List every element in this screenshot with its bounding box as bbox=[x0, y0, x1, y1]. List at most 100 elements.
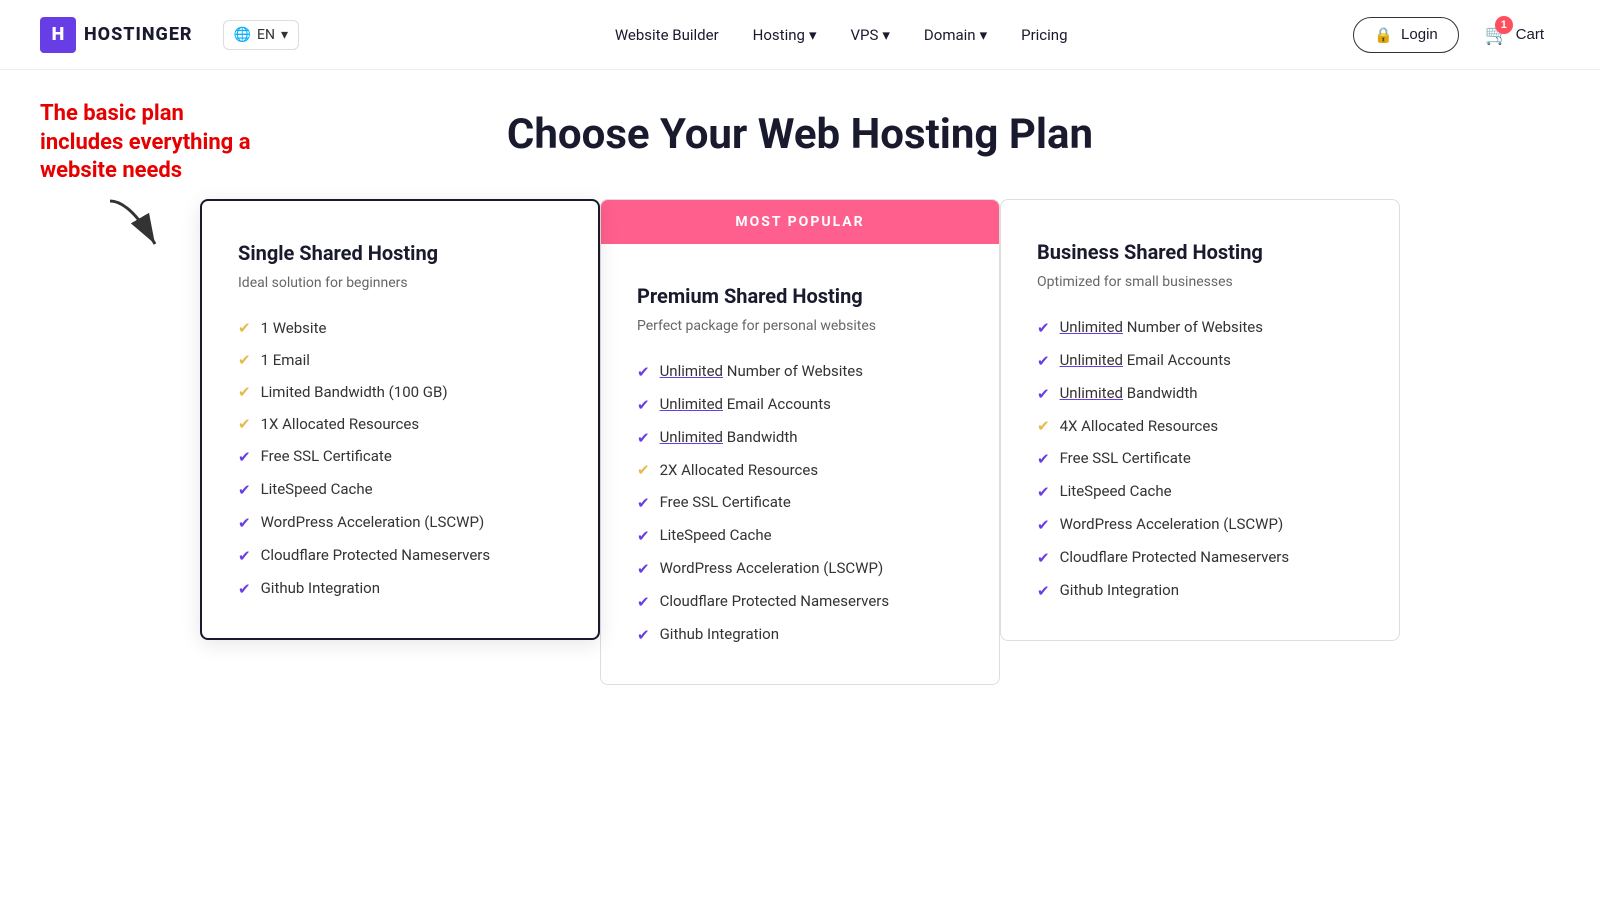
features-list-premium: ✔ Unlimited Number of Websites ✔ Unlimit… bbox=[637, 362, 963, 644]
list-item: ✔ LiteSpeed Cache bbox=[238, 480, 562, 499]
check-icon: ✔ bbox=[637, 429, 650, 447]
list-item: ✔ Free SSL Certificate bbox=[238, 447, 562, 466]
plan-card-premium-wrapper: MOST POPULAR Premium Shared Hosting Perf… bbox=[600, 199, 1000, 685]
plan-name-single: Single Shared Hosting bbox=[238, 241, 562, 265]
annotation-text: The basic plan includes everything a web… bbox=[40, 100, 260, 186]
nav-vps[interactable]: VPS ▾ bbox=[836, 18, 903, 52]
list-item: ✔ Free SSL Certificate bbox=[637, 493, 963, 512]
check-icon: ✔ bbox=[238, 580, 251, 598]
check-icon: ✔ bbox=[238, 351, 251, 369]
check-icon: ✔ bbox=[238, 481, 251, 499]
list-item: ✔ WordPress Acceleration (LSCWP) bbox=[238, 513, 562, 532]
plan-subtitle-premium: Perfect package for personal websites bbox=[637, 318, 963, 334]
check-icon: ✔ bbox=[238, 319, 251, 337]
check-icon: ✔ bbox=[1037, 450, 1050, 468]
list-item: ✔ WordPress Acceleration (LSCWP) bbox=[1037, 515, 1363, 534]
list-item: ✔ 1 Website bbox=[238, 319, 562, 337]
list-item: ✔ Github Integration bbox=[1037, 581, 1363, 600]
nav-hosting[interactable]: Hosting ▾ bbox=[739, 18, 831, 52]
domain-chevron-icon: ▾ bbox=[980, 26, 988, 44]
check-icon: ✔ bbox=[1037, 417, 1050, 435]
list-item: ✔ Unlimited Number of Websites bbox=[1037, 318, 1363, 337]
list-item: ✔ Cloudflare Protected Nameservers bbox=[637, 592, 963, 611]
list-item: ✔ LiteSpeed Cache bbox=[637, 526, 963, 545]
plan-subtitle-business: Optimized for small businesses bbox=[1037, 274, 1363, 290]
cart-badge: 1 bbox=[1495, 16, 1513, 34]
list-item: ✔ 1 Email bbox=[238, 351, 562, 369]
list-item: ✔ Cloudflare Protected Nameservers bbox=[238, 546, 562, 565]
list-item: ✔ Free SSL Certificate bbox=[1037, 449, 1363, 468]
list-item: ✔ Unlimited Number of Websites bbox=[637, 362, 963, 381]
cart-label: Cart bbox=[1516, 26, 1544, 43]
list-item: ✔ Unlimited Bandwidth bbox=[1037, 384, 1363, 403]
hosting-chevron-icon: ▾ bbox=[809, 26, 817, 44]
list-item: ✔ Cloudflare Protected Nameservers bbox=[1037, 548, 1363, 567]
cart-button[interactable]: 🛒 1 Cart bbox=[1469, 14, 1560, 55]
list-item: ✔ WordPress Acceleration (LSCWP) bbox=[637, 559, 963, 578]
check-icon: ✔ bbox=[1037, 516, 1050, 534]
navbar: H HOSTINGER 🌐 EN ▾ Website Builder Hosti… bbox=[0, 0, 1600, 70]
lang-label: EN bbox=[257, 27, 275, 43]
plan-card-business: Business Shared Hosting Optimized for sm… bbox=[1000, 199, 1400, 641]
check-icon: ✔ bbox=[1037, 385, 1050, 403]
login-label: Login bbox=[1401, 26, 1438, 43]
check-icon: ✔ bbox=[637, 626, 650, 644]
logo[interactable]: H HOSTINGER bbox=[40, 17, 193, 53]
plan-subtitle-single: Ideal solution for beginners bbox=[238, 275, 562, 291]
arrow-icon bbox=[100, 196, 180, 256]
language-selector[interactable]: 🌐 EN ▾ bbox=[223, 20, 299, 50]
lock-icon: 🔒 bbox=[1374, 26, 1393, 44]
list-item: ✔ 1X Allocated Resources bbox=[238, 415, 562, 433]
check-icon: ✔ bbox=[238, 415, 251, 433]
nav-vps-label: VPS bbox=[850, 26, 878, 44]
check-icon: ✔ bbox=[1037, 549, 1050, 567]
check-icon: ✔ bbox=[1037, 352, 1050, 370]
plans-grid: Single Shared Hosting Ideal solution for… bbox=[200, 199, 1400, 685]
check-icon: ✔ bbox=[637, 527, 650, 545]
nav-pricing[interactable]: Pricing bbox=[1007, 18, 1081, 52]
features-list-business: ✔ Unlimited Number of Websites ✔ Unlimit… bbox=[1037, 318, 1363, 600]
check-icon: ✔ bbox=[637, 494, 650, 512]
check-icon: ✔ bbox=[238, 383, 251, 401]
check-icon: ✔ bbox=[637, 461, 650, 479]
nav-domain-label: Domain bbox=[924, 26, 976, 44]
page-title: Choose Your Web Hosting Plan bbox=[60, 110, 1540, 159]
list-item: ✔ Github Integration bbox=[637, 625, 963, 644]
logo-text: HOSTINGER bbox=[84, 24, 193, 45]
nav-actions: 🔒 Login 🛒 1 Cart bbox=[1353, 14, 1560, 55]
list-item: ✔ Unlimited Bandwidth bbox=[637, 428, 963, 447]
plan-name-premium: Premium Shared Hosting bbox=[637, 284, 963, 308]
list-item: ✔ Limited Bandwidth (100 GB) bbox=[238, 383, 562, 401]
list-item: ✔ Unlimited Email Accounts bbox=[1037, 351, 1363, 370]
nav-links: Website Builder Hosting ▾ VPS ▾ Domain ▾… bbox=[329, 18, 1353, 52]
plan-card-single: Single Shared Hosting Ideal solution for… bbox=[200, 199, 600, 640]
globe-icon: 🌐 bbox=[234, 27, 251, 43]
check-icon: ✔ bbox=[1037, 582, 1050, 600]
nav-website-builder[interactable]: Website Builder bbox=[601, 18, 733, 52]
main-content: The basic plan includes everything a web… bbox=[0, 70, 1600, 725]
plan-card-premium: Premium Shared Hosting Perfect package f… bbox=[601, 244, 999, 684]
check-icon: ✔ bbox=[238, 448, 251, 466]
list-item: ✔ Unlimited Email Accounts bbox=[637, 395, 963, 414]
vps-chevron-icon: ▾ bbox=[882, 26, 890, 44]
list-item: ✔ LiteSpeed Cache bbox=[1037, 482, 1363, 501]
login-button[interactable]: 🔒 Login bbox=[1353, 17, 1458, 53]
popular-banner: MOST POPULAR bbox=[601, 200, 999, 244]
features-list-single: ✔ 1 Website ✔ 1 Email ✔ Limited Bandwidt… bbox=[238, 319, 562, 598]
nav-domain[interactable]: Domain ▾ bbox=[910, 18, 1001, 52]
logo-icon: H bbox=[40, 17, 76, 53]
check-icon: ✔ bbox=[637, 560, 650, 578]
chevron-down-icon: ▾ bbox=[281, 27, 288, 43]
check-icon: ✔ bbox=[637, 396, 650, 414]
check-icon: ✔ bbox=[1037, 319, 1050, 337]
check-icon: ✔ bbox=[637, 363, 650, 381]
check-icon: ✔ bbox=[238, 514, 251, 532]
list-item: ✔ 2X Allocated Resources bbox=[637, 461, 963, 479]
nav-hosting-label: Hosting bbox=[753, 26, 805, 44]
check-icon: ✔ bbox=[637, 593, 650, 611]
check-icon: ✔ bbox=[1037, 483, 1050, 501]
plan-name-business: Business Shared Hosting bbox=[1037, 240, 1363, 264]
list-item: ✔ Github Integration bbox=[238, 579, 562, 598]
list-item: ✔ 4X Allocated Resources bbox=[1037, 417, 1363, 435]
check-icon: ✔ bbox=[238, 547, 251, 565]
